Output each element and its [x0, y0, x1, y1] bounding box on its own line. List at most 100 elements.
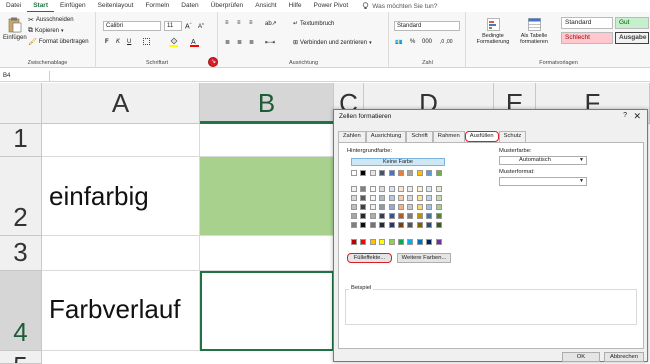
color-swatch[interactable]	[426, 170, 433, 176]
color-swatch[interactable]	[435, 195, 442, 201]
color-swatch[interactable]	[351, 222, 357, 228]
tab-ueberpruefen[interactable]: Überprüfen	[205, 0, 250, 12]
align-middle-button[interactable]: ≡	[237, 20, 241, 26]
style-gut[interactable]: Gut	[615, 17, 649, 29]
color-swatch[interactable]	[369, 170, 376, 176]
orientation-button[interactable]: ab↗	[265, 20, 277, 27]
tab-schutz[interactable]: Schutz	[498, 131, 527, 142]
wrap-text-button[interactable]: ↵ Textumbruch	[293, 20, 334, 28]
color-swatch[interactable]	[360, 195, 367, 201]
color-swatch[interactable]	[388, 239, 395, 245]
color-swatch[interactable]	[398, 239, 404, 245]
align-right-button[interactable]: ≣	[249, 39, 254, 46]
color-swatch[interactable]	[369, 222, 376, 228]
color-swatch[interactable]	[426, 195, 433, 201]
cell-b1[interactable]	[200, 124, 334, 157]
cell-b4-selected[interactable]	[200, 271, 334, 351]
more-colors-button[interactable]: Weitere Farben...	[397, 253, 451, 263]
color-swatch[interactable]	[379, 186, 386, 192]
color-swatch[interactable]	[360, 239, 367, 245]
color-swatch[interactable]	[398, 213, 404, 219]
color-swatch[interactable]	[388, 213, 395, 219]
font-size-select[interactable]: 11	[164, 21, 182, 31]
color-swatch[interactable]	[426, 186, 433, 192]
cancel-button[interactable]: Abbrechen	[604, 352, 644, 362]
color-swatch[interactable]	[398, 195, 404, 201]
color-swatch[interactable]	[416, 239, 423, 245]
style-ausgabe[interactable]: Ausgabe	[615, 32, 649, 44]
align-top-button[interactable]: ≡	[225, 20, 229, 26]
style-schlecht[interactable]: Schlecht	[561, 32, 613, 44]
color-swatch[interactable]	[426, 213, 433, 219]
color-swatch[interactable]	[369, 239, 376, 245]
italic-button[interactable]: K	[116, 39, 120, 45]
color-swatch[interactable]	[407, 170, 414, 176]
color-swatch[interactable]	[379, 239, 386, 245]
format-painter-button[interactable]: 🖌 Format übertragen	[28, 38, 89, 46]
tab-datei[interactable]: Datei	[0, 0, 27, 12]
color-swatch[interactable]	[398, 186, 404, 192]
color-swatch[interactable]	[398, 170, 404, 176]
tab-einfuegen[interactable]: Einfügen	[54, 0, 92, 12]
bold-button[interactable]: F	[105, 39, 109, 45]
color-swatch[interactable]	[351, 239, 357, 245]
color-swatch[interactable]	[407, 195, 414, 201]
align-bottom-button[interactable]: ≡	[249, 20, 253, 26]
underline-button[interactable]: U	[127, 39, 131, 45]
color-swatch[interactable]	[426, 222, 433, 228]
color-swatch[interactable]	[435, 170, 442, 176]
align-center-button[interactable]: ≣	[237, 39, 242, 46]
color-swatch[interactable]	[435, 222, 442, 228]
select-all-corner[interactable]	[0, 83, 42, 124]
close-icon[interactable]: ✕	[633, 111, 641, 122]
grow-font-button[interactable]: A^	[185, 21, 192, 30]
cell-a3[interactable]	[42, 236, 200, 271]
borders-button[interactable]	[143, 38, 150, 45]
color-swatch[interactable]	[398, 222, 404, 228]
format-as-table-button[interactable]: Als Tabelle formatieren	[514, 18, 554, 45]
color-swatch[interactable]	[435, 204, 442, 210]
color-swatch[interactable]	[426, 204, 433, 210]
paste-button[interactable]: Einfügen	[3, 17, 27, 41]
row-header-5[interactable]: 5	[0, 351, 42, 364]
decimal-button[interactable]: ,0 ,00	[440, 39, 453, 45]
color-swatch[interactable]	[407, 204, 414, 210]
color-swatch[interactable]	[369, 213, 376, 219]
color-swatch[interactable]	[351, 195, 357, 201]
font-name-select[interactable]: Calibri	[103, 21, 161, 31]
color-swatch[interactable]	[369, 186, 376, 192]
color-swatch[interactable]	[360, 213, 367, 219]
color-swatch[interactable]	[369, 195, 376, 201]
color-swatch[interactable]	[369, 204, 376, 210]
color-swatch[interactable]	[360, 186, 367, 192]
color-swatch[interactable]	[379, 204, 386, 210]
font-dialog-launcher[interactable]: ↘	[208, 57, 218, 67]
font-color-button[interactable]: A	[190, 37, 199, 47]
color-swatch[interactable]	[379, 222, 386, 228]
name-box[interactable]: B4	[0, 70, 50, 81]
thousands-button[interactable]: 000	[422, 39, 432, 45]
tab-start[interactable]: Start	[27, 0, 54, 12]
row-header-2[interactable]: 2	[0, 157, 42, 236]
conditional-format-button[interactable]: Bedingte Formatierung	[475, 18, 511, 45]
tab-ansicht[interactable]: Ansicht	[249, 0, 282, 12]
style-standard[interactable]: Standard	[561, 17, 613, 29]
tell-me-search[interactable]: Was möchten Sie tun?	[362, 2, 437, 10]
color-swatch[interactable]	[416, 222, 423, 228]
column-header-a[interactable]: A	[42, 83, 200, 124]
color-swatch[interactable]	[379, 195, 386, 201]
color-swatch[interactable]	[416, 186, 423, 192]
color-swatch[interactable]	[426, 239, 433, 245]
color-swatch[interactable]	[398, 204, 404, 210]
color-swatch[interactable]	[416, 195, 423, 201]
color-swatch[interactable]	[407, 222, 414, 228]
percent-button[interactable]: %	[410, 39, 415, 45]
tab-power-pivot[interactable]: Power Pivot	[308, 0, 355, 12]
tab-daten[interactable]: Daten	[175, 0, 204, 12]
number-format-select[interactable]: Standard	[394, 21, 460, 31]
color-swatch[interactable]	[351, 204, 357, 210]
color-swatch[interactable]	[388, 222, 395, 228]
fill-color-button[interactable]	[169, 37, 178, 47]
pattern-style-select[interactable]: ▼	[499, 177, 587, 186]
align-left-button[interactable]: ≣	[225, 39, 230, 46]
